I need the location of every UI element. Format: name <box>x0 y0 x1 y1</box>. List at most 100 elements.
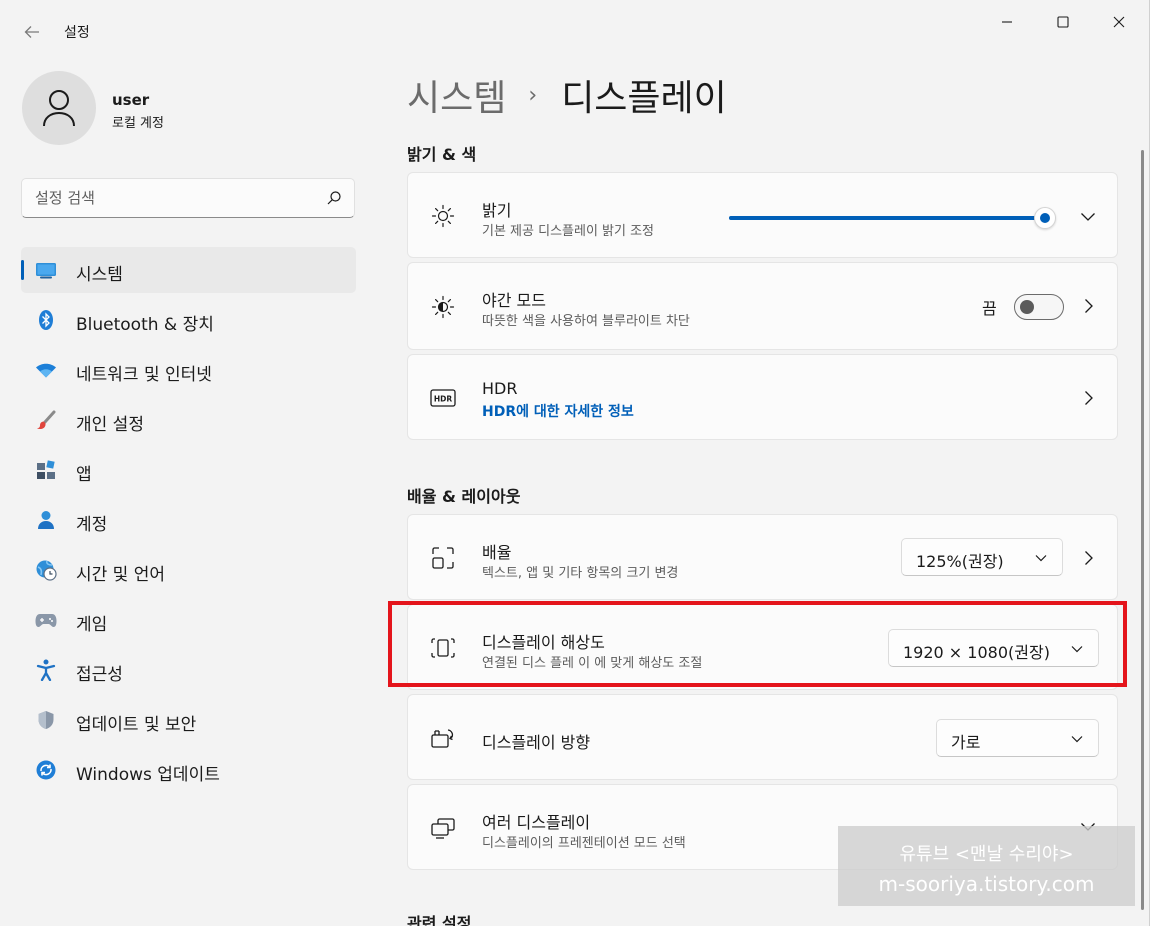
section-title-related-settings: 관련 설정 <box>407 914 472 926</box>
resolution-highlight-box <box>388 601 1127 687</box>
close-button[interactable] <box>1096 8 1142 36</box>
sidebar-item-network[interactable]: 네트워크 및 인터넷 <box>21 347 356 393</box>
scale-title: 배율 <box>482 543 512 562</box>
slider-fill <box>729 216 1045 220</box>
paintbrush-icon <box>35 409 57 431</box>
sidebar-item-label: Windows 업데이트 <box>76 765 220 785</box>
slider-thumb[interactable] <box>1034 207 1056 229</box>
globe-clock-icon <box>35 559 57 581</box>
sidebar-item-label: 앱 <box>76 465 92 485</box>
sidebar-item-system[interactable]: 시스템 <box>21 247 356 293</box>
scale-subtitle: 텍스트, 앱 및 기타 항목의 크기 변경 <box>482 566 679 581</box>
wifi-icon <box>35 359 57 381</box>
orientation-title: 디스플레이 방향 <box>482 733 591 752</box>
bluetooth-icon <box>35 309 57 331</box>
maximize-icon <box>1057 16 1069 28</box>
toggle-state-label: 끔 <box>982 299 997 318</box>
sidebar-item-label: 네트워크 및 인터넷 <box>76 365 212 385</box>
back-button[interactable] <box>18 18 46 46</box>
section-title-brightness-color: 밝기 & 색 <box>407 145 477 164</box>
sidebar-item-time-language[interactable]: 시간 및 언어 <box>21 547 356 593</box>
chevron-right-icon[interactable] <box>1081 390 1097 406</box>
scale-dropdown[interactable]: 125%(권장) <box>901 538 1063 576</box>
watermark-url: m-sooriya.tistory.com <box>878 872 1095 896</box>
night-light-icon <box>430 294 456 320</box>
chevron-down-icon <box>1070 732 1084 746</box>
brightness-title: 밝기 <box>482 201 512 220</box>
orientation-icon <box>430 725 456 751</box>
hdr-title: HDR <box>482 379 518 398</box>
sidebar-item-update-security[interactable]: 업데이트 및 보안 <box>21 697 356 743</box>
night-mode-toggle[interactable] <box>1014 294 1064 320</box>
account-type: 로컬 계정 <box>112 116 164 131</box>
sidebar-item-personalization[interactable]: 개인 설정 <box>21 397 356 443</box>
svg-text:HDR: HDR <box>434 395 453 404</box>
page-title: 디스플레이 <box>561 78 727 119</box>
user-name: user <box>112 91 150 109</box>
breadcrumb-separator: › <box>528 82 538 108</box>
main-scrollbar[interactable] <box>1141 150 1144 910</box>
chevron-down-icon <box>1034 551 1048 565</box>
sun-icon <box>430 203 456 229</box>
hdr-card[interactable]: HDR HDR HDR에 대한 자세한 정보 <box>407 354 1118 440</box>
night-mode-title: 야간 모드 <box>482 291 546 310</box>
sidebar-item-accounts[interactable]: 계정 <box>21 497 356 543</box>
orientation-dropdown[interactable]: 가로 <box>936 719 1099 757</box>
sidebar-nav: 시스템 Bluetooth & 장치 네트워크 및 인터넷 개인 설정 앱 계정… <box>21 247 356 797</box>
sidebar-item-apps[interactable]: 앱 <box>21 447 356 493</box>
sidebar-item-accessibility[interactable]: 접근성 <box>21 647 356 693</box>
sidebar-item-label: 접근성 <box>76 665 123 685</box>
night-mode-subtitle: 따뜻한 색을 사용하여 블루라이트 차단 <box>482 314 690 329</box>
scale-card: 배율 텍스트, 앱 및 기타 항목의 크기 변경 125%(권장) <box>407 514 1118 600</box>
system-monitor-icon <box>35 259 57 281</box>
night-mode-card[interactable]: 야간 모드 따뜻한 색을 사용하여 블루라이트 차단 끔 <box>407 262 1118 350</box>
search-icon[interactable] <box>326 190 342 210</box>
user-icon <box>43 90 75 127</box>
minimize-icon <box>1002 21 1012 23</box>
toggle-knob <box>1020 300 1034 314</box>
sidebar-item-gaming[interactable]: 게임 <box>21 597 356 643</box>
multiple-displays-subtitle: 디스플레이의 프레젠테이션 모드 선택 <box>482 836 686 851</box>
gamepad-icon <box>35 609 57 631</box>
orientation-value: 가로 <box>951 733 981 752</box>
hdr-info-link[interactable]: HDR에 대한 자세한 정보 <box>482 401 634 421</box>
watermark-channel: 유튜브 <맨날 수리야> <box>899 844 1074 865</box>
hdr-icon: HDR <box>430 385 456 411</box>
chevron-right-icon[interactable] <box>1081 298 1097 314</box>
breadcrumb: 시스템 › 디스플레이 <box>407 70 727 120</box>
back-arrow-icon <box>24 26 39 38</box>
accessibility-icon <box>35 659 57 681</box>
sidebar-item-label: 게임 <box>76 615 108 635</box>
brightness-slider[interactable] <box>729 207 1056 229</box>
sidebar-item-label: 개인 설정 <box>76 415 144 435</box>
maximize-button[interactable] <box>1040 8 1086 36</box>
watermark: 유튜브 <맨날 수리야> m-sooriya.tistory.com <box>838 826 1135 906</box>
title-bar: 설정 <box>0 0 1150 60</box>
minimize-button[interactable] <box>984 8 1030 36</box>
breadcrumb-parent[interactable]: 시스템 <box>407 69 506 121</box>
section-title-scale-layout: 배율 & 레이아웃 <box>407 487 521 506</box>
expand-chevron-icon[interactable] <box>1079 209 1097 225</box>
brightness-card: 밝기 기본 제공 디스플레이 밝기 조정 <box>407 172 1118 258</box>
shield-icon <box>35 709 57 731</box>
multiple-displays-icon <box>430 815 456 841</box>
sidebar-item-windows-update[interactable]: Windows 업데이트 <box>21 747 356 793</box>
multiple-displays-title: 여러 디스플레이 <box>482 813 591 832</box>
windows-update-icon <box>35 759 57 781</box>
scale-value: 125%(권장) <box>916 552 1004 571</box>
sidebar-item-label: 계정 <box>76 515 108 535</box>
scale-icon <box>430 545 456 571</box>
settings-search <box>21 178 355 218</box>
chevron-right-icon[interactable] <box>1081 550 1097 566</box>
sidebar-item-label: 업데이트 및 보안 <box>76 715 197 735</box>
close-icon <box>1113 16 1125 28</box>
search-input[interactable] <box>35 179 315 217</box>
apps-icon <box>35 459 57 481</box>
brightness-subtitle: 기본 제공 디스플레이 밝기 조정 <box>482 224 655 239</box>
sidebar-item-label: 시스템 <box>76 265 123 285</box>
avatar <box>22 71 96 145</box>
sidebar-item-label: Bluetooth & 장치 <box>76 315 214 335</box>
account-icon <box>35 509 57 531</box>
orientation-card: 디스플레이 방향 가로 <box>407 694 1118 780</box>
sidebar-item-bluetooth[interactable]: Bluetooth & 장치 <box>21 297 356 343</box>
